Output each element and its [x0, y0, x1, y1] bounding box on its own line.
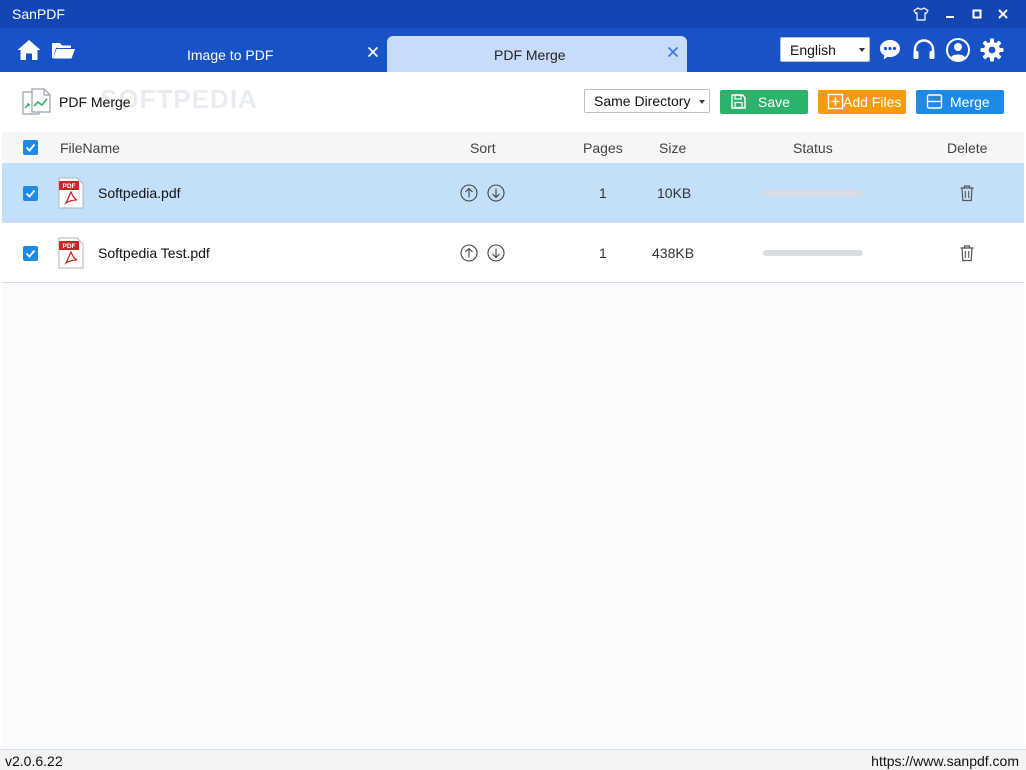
file-pages: 1	[599, 185, 607, 201]
arrow-up-icon[interactable]	[460, 184, 478, 202]
merge-button[interactable]: Merge	[916, 90, 1004, 114]
table-header: FileName Sort Pages Size Status Delete	[2, 132, 1024, 163]
tshirt-icon	[913, 7, 929, 21]
headset-icon[interactable]	[911, 37, 937, 63]
save-button[interactable]: Save	[720, 90, 808, 114]
file-pages: 1	[599, 245, 607, 261]
column-delete: Delete	[947, 140, 988, 156]
language-select[interactable]: English	[780, 37, 870, 62]
merge-icon	[926, 94, 943, 109]
tab-label: Image to PDF	[187, 47, 274, 63]
file-list-empty-area	[2, 283, 1024, 749]
close-icon[interactable]	[665, 44, 681, 60]
window-title: SanPDF	[12, 6, 65, 22]
arrow-down-icon[interactable]	[487, 244, 505, 262]
pdf-file-icon: PDF	[58, 237, 84, 269]
maximize-icon	[972, 9, 982, 19]
close-window-button[interactable]	[992, 4, 1014, 24]
add-files-button[interactable]: Add Files	[818, 90, 906, 114]
minimize-icon	[946, 16, 954, 18]
trash-icon[interactable]	[959, 184, 975, 202]
status-progress	[763, 250, 863, 256]
check-icon	[25, 189, 36, 198]
language-value: English	[790, 42, 836, 58]
column-size: Size	[659, 140, 687, 156]
status-progress	[763, 190, 863, 196]
select-all-checkbox[interactable]	[23, 140, 38, 155]
file-name: Softpedia Test.pdf	[98, 245, 210, 261]
output-directory-select[interactable]: Same Directory	[584, 89, 710, 113]
row-checkbox[interactable]	[23, 246, 38, 261]
title-bar: SanPDF	[0, 0, 1026, 28]
version-label: v2.0.6.22	[5, 753, 63, 769]
file-name: Softpedia.pdf	[98, 185, 181, 201]
merge-label: Merge	[950, 94, 990, 110]
save-label: Save	[758, 94, 790, 110]
trash-icon[interactable]	[959, 244, 975, 262]
save-icon	[731, 94, 746, 109]
folder-icon[interactable]	[50, 38, 76, 62]
website-link[interactable]: https://www.sanpdf.com	[871, 753, 1019, 769]
toolbar: SOFTPEDIA PDF Merge Same Directory Save …	[0, 72, 1026, 132]
row-checkbox[interactable]	[23, 186, 38, 201]
skin-button[interactable]	[910, 4, 932, 24]
close-icon	[998, 9, 1008, 19]
file-size: 438KB	[652, 245, 695, 261]
tab-pdf-merge[interactable]: PDF Merge	[387, 36, 687, 72]
file-size: 10KB	[657, 185, 692, 201]
arrow-down-icon[interactable]	[487, 184, 505, 202]
table-row[interactable]: PDF Softpedia.pdf 1 10KB	[2, 163, 1024, 223]
svg-text:PDF: PDF	[63, 183, 76, 190]
chat-icon[interactable]	[877, 37, 903, 63]
directory-value: Same Directory	[594, 93, 691, 109]
minimize-button[interactable]	[939, 4, 961, 24]
chevron-down-icon	[699, 100, 705, 104]
check-icon	[25, 143, 36, 152]
add-icon	[827, 93, 844, 110]
toolbar-title: PDF Merge	[59, 94, 131, 110]
column-pages: Pages	[583, 140, 623, 156]
gear-icon[interactable]	[979, 37, 1005, 63]
maximize-button[interactable]	[966, 4, 988, 24]
column-sort: Sort	[470, 140, 496, 156]
tab-bar: Image to PDF PDF Merge English	[0, 28, 1026, 72]
tab-label: PDF Merge	[494, 47, 566, 63]
user-icon[interactable]	[945, 37, 971, 63]
pdf-merge-logo-icon	[22, 88, 51, 115]
check-icon	[25, 249, 36, 258]
pdf-file-icon: PDF	[58, 177, 84, 209]
chevron-down-icon	[859, 48, 865, 52]
column-status: Status	[793, 140, 833, 156]
tab-image-to-pdf[interactable]: Image to PDF	[87, 36, 387, 72]
svg-text:PDF: PDF	[63, 243, 76, 250]
home-icon[interactable]	[16, 38, 42, 62]
add-files-label: Add Files	[843, 94, 902, 110]
table-row[interactable]: PDF Softpedia Test.pdf 1 438KB	[2, 223, 1024, 283]
arrow-up-icon[interactable]	[460, 244, 478, 262]
column-filename: FileName	[60, 140, 120, 156]
close-icon[interactable]	[365, 44, 381, 60]
status-bar: v2.0.6.22 https://www.sanpdf.com	[0, 749, 1026, 770]
